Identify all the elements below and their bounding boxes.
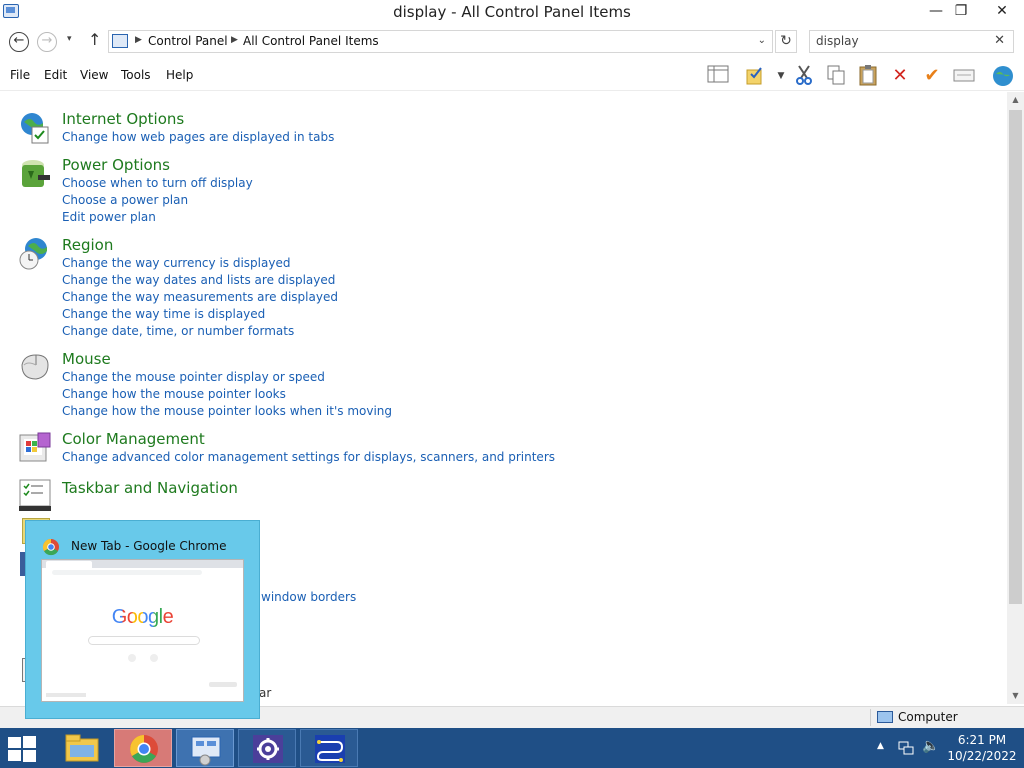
- control-panel-icon: [112, 34, 128, 48]
- region-title[interactable]: Region: [62, 236, 113, 254]
- region-icon[interactable]: [18, 237, 52, 271]
- taskbar-file-explorer[interactable]: [54, 729, 112, 767]
- scroll-thumb[interactable]: [1009, 110, 1022, 604]
- taskbar-network-app[interactable]: [300, 729, 358, 767]
- title-bar: display - All Control Panel Items — ❐ ✕: [0, 0, 1024, 24]
- address-dropdown-icon[interactable]: ⌄: [758, 35, 766, 46]
- color-management-title[interactable]: Color Management: [62, 430, 205, 448]
- layout-icon[interactable]: [706, 64, 730, 88]
- thumbnail-window-preview[interactable]: Google: [41, 559, 244, 702]
- navigation-bar: ← → ▾ ↑ ▶ Control Panel ▶ All Control Pa…: [0, 24, 1024, 60]
- forward-button[interactable]: →: [37, 32, 57, 52]
- clear-search-icon[interactable]: ✕: [994, 33, 1005, 48]
- folder-options-icon[interactable]: [744, 64, 768, 88]
- power-options-task-1[interactable]: Choose when to turn off display: [62, 176, 253, 190]
- partially-hidden-task[interactable]: window borders: [261, 590, 356, 604]
- google-logo-text: Google: [111, 606, 174, 628]
- taskbar-thumbnail-preview[interactable]: New Tab - Google Chrome Google: [25, 520, 260, 719]
- chrome-icon: [42, 538, 60, 556]
- delete-icon[interactable]: ✕: [888, 64, 912, 88]
- region-task-2[interactable]: Change the way dates and lists are displ…: [62, 273, 335, 287]
- clock-date: 10/22/2022: [947, 749, 1017, 763]
- breadcrumb-separator-icon[interactable]: ▶: [231, 35, 238, 45]
- internet-options-task-1[interactable]: Change how web pages are displayed in ta…: [62, 130, 334, 144]
- globe-icon[interactable]: [991, 64, 1015, 88]
- taskbar: ▲ 🔈 6:21 PM 10/22/2022: [0, 728, 1024, 768]
- preview-shortcut: [150, 654, 158, 662]
- power-options-title[interactable]: Power Options: [62, 156, 170, 174]
- start-button[interactable]: [8, 736, 38, 762]
- breadcrumb-separator-icon[interactable]: ▶: [135, 35, 142, 45]
- region-task-5[interactable]: Change date, time, or number formats: [62, 324, 294, 338]
- preview-search-box: [88, 636, 200, 645]
- taskbar-navigation-icon[interactable]: [18, 478, 52, 512]
- recent-locations-button[interactable]: ▾: [67, 34, 72, 44]
- clock[interactable]: 6:21 PM 10/22/2022: [946, 732, 1018, 764]
- menu-view[interactable]: View: [80, 68, 108, 82]
- breadcrumb-control-panel[interactable]: Control Panel: [148, 34, 228, 48]
- taskbar-google-chrome[interactable]: [114, 729, 172, 767]
- restore-button[interactable]: ❐: [946, 0, 976, 22]
- preview-tab: [46, 561, 92, 568]
- mouse-task-3[interactable]: Change how the mouse pointer looks when …: [62, 404, 392, 418]
- mouse-title[interactable]: Mouse: [62, 350, 111, 368]
- menu-edit[interactable]: Edit: [44, 68, 67, 82]
- preview-google-logo: Google: [42, 606, 243, 629]
- menu-tools[interactable]: Tools: [121, 68, 151, 82]
- menu-bar: File Edit View Tools Help ▼ ✕ ✔: [0, 61, 1024, 91]
- folder-options-dropdown-icon[interactable]: ▼: [769, 64, 793, 88]
- internet-options-icon[interactable]: [18, 111, 52, 145]
- menu-help[interactable]: Help: [166, 68, 193, 82]
- clock-time: 6:21 PM: [957, 733, 1007, 747]
- partially-hidden-task[interactable]: ar: [259, 686, 271, 700]
- close-button[interactable]: ✕: [980, 0, 1024, 22]
- taskbar-control-panel[interactable]: [176, 729, 234, 767]
- preview-omnibox: [52, 570, 202, 575]
- search-input[interactable]: display ✕: [809, 30, 1014, 53]
- search-value: display: [816, 34, 859, 48]
- cut-icon[interactable]: [792, 64, 816, 88]
- preview-tabstrip: [42, 560, 243, 568]
- color-management-icon[interactable]: [18, 431, 52, 465]
- volume-icon[interactable]: 🔈: [922, 738, 939, 754]
- window-title: display - All Control Panel Items: [393, 3, 631, 21]
- power-options-icon[interactable]: [18, 157, 52, 191]
- refresh-button[interactable]: ↻: [775, 30, 797, 53]
- computer-icon: [877, 711, 893, 723]
- menu-file[interactable]: File: [10, 68, 30, 82]
- network-icon[interactable]: [898, 739, 914, 755]
- paste-icon[interactable]: [856, 64, 880, 88]
- region-task-3[interactable]: Change the way measurements are displaye…: [62, 290, 338, 304]
- preview-footer: [46, 693, 86, 697]
- taskbar-navigation-title[interactable]: Taskbar and Navigation: [62, 479, 238, 497]
- power-options-task-2[interactable]: Choose a power plan: [62, 193, 188, 207]
- properties-icon[interactable]: [952, 64, 976, 88]
- status-divider: [870, 709, 871, 726]
- power-options-task-3[interactable]: Edit power plan: [62, 210, 156, 224]
- taskbar-settings[interactable]: [238, 729, 296, 767]
- show-hidden-icons-icon[interactable]: ▲: [877, 741, 884, 751]
- thumbnail-title: New Tab - Google Chrome: [71, 539, 227, 553]
- breadcrumb-all-items[interactable]: All Control Panel Items: [243, 34, 379, 48]
- back-button[interactable]: ←: [9, 32, 29, 52]
- checkmark-icon[interactable]: ✔: [920, 64, 944, 88]
- vertical-scrollbar[interactable]: ▲ ▼: [1007, 92, 1024, 704]
- mouse-task-1[interactable]: Change the mouse pointer display or spee…: [62, 370, 325, 384]
- status-location: Computer: [898, 710, 958, 724]
- scroll-up-icon[interactable]: ▲: [1007, 92, 1024, 108]
- region-task-4[interactable]: Change the way time is displayed: [62, 307, 265, 321]
- copy-icon[interactable]: [824, 64, 848, 88]
- preview-customize-button: [209, 682, 237, 687]
- scroll-down-icon[interactable]: ▼: [1007, 688, 1024, 704]
- region-task-1[interactable]: Change the way currency is displayed: [62, 256, 290, 270]
- internet-options-title[interactable]: Internet Options: [62, 110, 184, 128]
- up-button[interactable]: ↑: [88, 30, 101, 49]
- preview-shortcut: [128, 654, 136, 662]
- mouse-icon[interactable]: [18, 351, 52, 385]
- mouse-task-2[interactable]: Change how the mouse pointer looks: [62, 387, 286, 401]
- color-management-task-1[interactable]: Change advanced color management setting…: [62, 450, 555, 464]
- address-bar[interactable]: ▶ Control Panel ▶ All Control Panel Item…: [108, 30, 773, 53]
